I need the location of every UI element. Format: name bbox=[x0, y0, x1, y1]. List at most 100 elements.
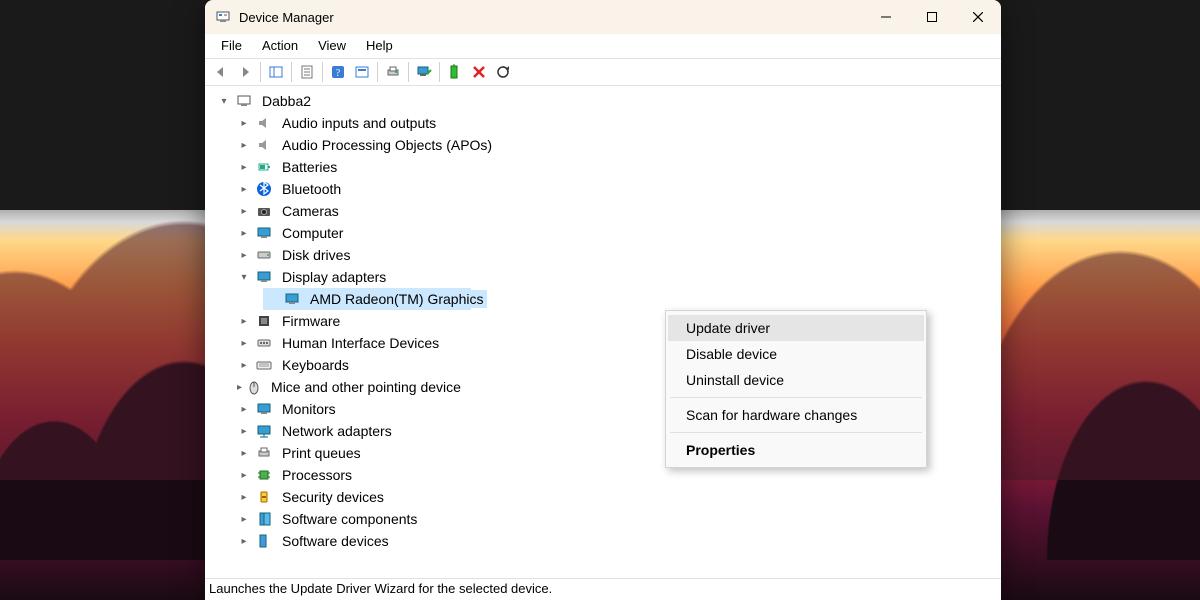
mouse-icon bbox=[246, 378, 262, 396]
tree-label: Disk drives bbox=[279, 246, 353, 264]
enable-icon[interactable] bbox=[443, 60, 467, 84]
chevron-right-icon[interactable]: ▸ bbox=[237, 424, 251, 438]
tree-category[interactable]: ▸ Software components bbox=[211, 508, 1001, 530]
no-expander bbox=[265, 292, 279, 306]
tree-category-display-adapters[interactable]: ▾ Display adapters bbox=[211, 266, 1001, 288]
chevron-right-icon[interactable]: ▸ bbox=[237, 380, 242, 394]
chevron-right-icon[interactable]: ▸ bbox=[237, 116, 251, 130]
maximize-button[interactable] bbox=[909, 0, 955, 34]
statusbar: Launches the Update Driver Wizard for th… bbox=[205, 578, 1001, 600]
chevron-right-icon[interactable]: ▸ bbox=[237, 358, 251, 372]
menu-file[interactable]: File bbox=[211, 36, 252, 55]
ctx-uninstall-device[interactable]: Uninstall device bbox=[668, 367, 924, 393]
menu-view[interactable]: View bbox=[308, 36, 356, 55]
tree-label: Security devices bbox=[279, 488, 387, 506]
chevron-right-icon[interactable]: ▸ bbox=[237, 160, 251, 174]
disable-icon[interactable] bbox=[467, 60, 491, 84]
chevron-right-icon[interactable]: ▸ bbox=[237, 204, 251, 218]
tree-label: Audio inputs and outputs bbox=[279, 114, 439, 132]
chevron-down-icon[interactable]: ▾ bbox=[217, 94, 231, 108]
ctx-disable-device[interactable]: Disable device bbox=[668, 341, 924, 367]
chevron-right-icon[interactable]: ▸ bbox=[237, 402, 251, 416]
context-menu: Update driver Disable device Uninstall d… bbox=[665, 310, 927, 468]
menu-action[interactable]: Action bbox=[252, 36, 308, 55]
help-icon[interactable]: ? bbox=[326, 60, 350, 84]
context-separator bbox=[670, 432, 922, 433]
keyboard-icon bbox=[255, 356, 273, 374]
toolbar-separator bbox=[322, 62, 323, 82]
chevron-right-icon[interactable]: ▸ bbox=[237, 314, 251, 328]
context-separator bbox=[670, 397, 922, 398]
window-controls bbox=[863, 0, 1001, 34]
tree-category[interactable]: ▸ Disk drives bbox=[211, 244, 1001, 266]
status-text: Launches the Update Driver Wizard for th… bbox=[209, 581, 552, 596]
chevron-right-icon[interactable]: ▸ bbox=[237, 138, 251, 152]
titlebar[interactable]: Device Manager bbox=[205, 0, 1001, 34]
tree-label: Cameras bbox=[279, 202, 342, 220]
speaker-icon bbox=[255, 136, 273, 154]
firmware-icon bbox=[255, 312, 273, 330]
software-icon bbox=[255, 532, 273, 550]
tree-category[interactable]: ▸ Bluetooth bbox=[211, 178, 1001, 200]
tree-category[interactable]: ▸ Audio inputs and outputs bbox=[211, 112, 1001, 134]
disk-icon bbox=[255, 246, 273, 264]
chevron-right-icon[interactable]: ▸ bbox=[237, 512, 251, 526]
svg-text:?: ? bbox=[336, 68, 341, 79]
tree-category[interactable]: ▸ Cameras bbox=[211, 200, 1001, 222]
scan-icon[interactable] bbox=[491, 60, 515, 84]
show-hide-console-icon[interactable] bbox=[264, 60, 288, 84]
menu-help[interactable]: Help bbox=[356, 36, 403, 55]
chevron-right-icon[interactable]: ▸ bbox=[237, 490, 251, 504]
printer-icon bbox=[255, 444, 273, 462]
close-button[interactable] bbox=[955, 0, 1001, 34]
tree-category[interactable]: ▸ Computer bbox=[211, 222, 1001, 244]
ctx-properties[interactable]: Properties bbox=[668, 437, 924, 463]
speaker-icon bbox=[255, 114, 273, 132]
tree-category[interactable]: ▸ Audio Processing Objects (APOs) bbox=[211, 134, 1001, 156]
tree-label: Audio Processing Objects (APOs) bbox=[279, 136, 495, 154]
chevron-right-icon[interactable]: ▸ bbox=[237, 182, 251, 196]
tree-category[interactable]: ▸ Batteries bbox=[211, 156, 1001, 178]
tree-label: Computer bbox=[279, 224, 346, 242]
tree-label: Human Interface Devices bbox=[279, 334, 442, 352]
properties-icon[interactable] bbox=[295, 60, 319, 84]
tree-category[interactable]: ▸ Security devices bbox=[211, 486, 1001, 508]
chevron-right-icon[interactable]: ▸ bbox=[237, 446, 251, 460]
chevron-down-icon[interactable]: ▾ bbox=[237, 270, 251, 284]
bluetooth-icon bbox=[255, 180, 273, 198]
back-icon[interactable] bbox=[209, 60, 233, 84]
menubar: File Action View Help bbox=[205, 34, 1001, 58]
tree-category[interactable]: ▸ Software devices bbox=[211, 530, 1001, 552]
tree-label: Keyboards bbox=[279, 356, 352, 374]
tree-label: Processors bbox=[279, 466, 355, 484]
tree-category[interactable]: ▸ Mice and other pointing devices bbox=[211, 376, 461, 398]
chevron-right-icon[interactable]: ▸ bbox=[237, 468, 251, 482]
minimize-button[interactable] bbox=[863, 0, 909, 34]
chevron-right-icon[interactable]: ▸ bbox=[237, 336, 251, 350]
toolbar-separator bbox=[439, 62, 440, 82]
action-icon[interactable] bbox=[350, 60, 374, 84]
monitor-icon bbox=[283, 290, 301, 308]
toolbar-separator bbox=[377, 62, 378, 82]
tree-label: Monitors bbox=[279, 400, 339, 418]
tree-root[interactable]: ▾ Dabba2 bbox=[211, 90, 1001, 112]
battery-icon bbox=[255, 158, 273, 176]
tree-label: Firmware bbox=[279, 312, 343, 330]
security-icon bbox=[255, 488, 273, 506]
toolbar: ? bbox=[205, 58, 1001, 86]
tree-label: Mice and other pointing devices bbox=[268, 378, 461, 396]
chevron-right-icon[interactable]: ▸ bbox=[237, 248, 251, 262]
ctx-scan-hardware[interactable]: Scan for hardware changes bbox=[668, 402, 924, 428]
ctx-update-driver[interactable]: Update driver bbox=[668, 315, 924, 341]
update-driver-icon[interactable] bbox=[412, 60, 436, 84]
tree-label: Software devices bbox=[279, 532, 392, 550]
print-icon[interactable] bbox=[381, 60, 405, 84]
cpu-icon bbox=[255, 466, 273, 484]
software-icon bbox=[255, 510, 273, 528]
chevron-right-icon[interactable]: ▸ bbox=[237, 534, 251, 548]
forward-icon[interactable] bbox=[233, 60, 257, 84]
tree-label: Batteries bbox=[279, 158, 340, 176]
tree-root-label: Dabba2 bbox=[259, 92, 314, 110]
chevron-right-icon[interactable]: ▸ bbox=[237, 226, 251, 240]
tree-device-amd-radeon[interactable]: AMD Radeon(TM) Graphics bbox=[211, 288, 1001, 310]
